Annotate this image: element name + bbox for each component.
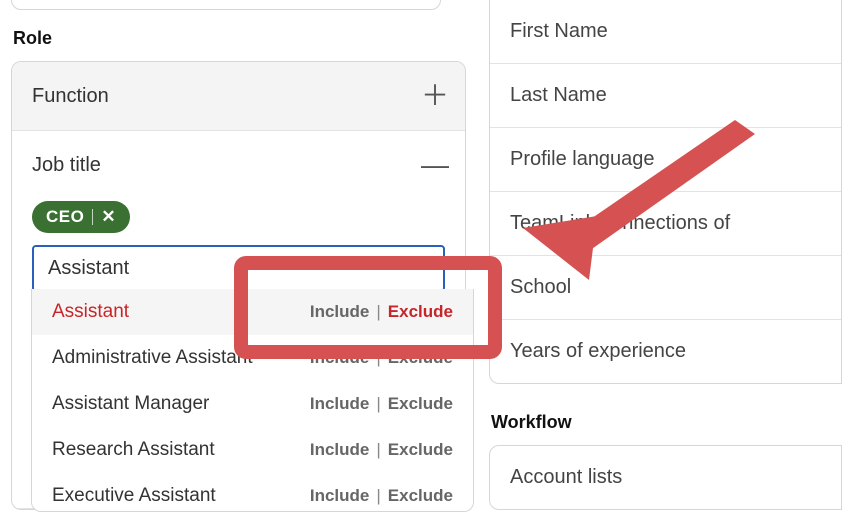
include-exclude: Include | Exclude xyxy=(310,394,453,414)
filter-label: School xyxy=(510,276,571,298)
ie-separator: | xyxy=(376,302,380,322)
suggestion-row[interactable]: Assistant Include | Exclude xyxy=(32,289,473,335)
suggestion-row[interactable]: Research Assistant Include | Exclude xyxy=(32,427,473,473)
filter-label: First Name xyxy=(510,20,608,42)
suggestion-row[interactable]: Assistant Manager Include | Exclude xyxy=(32,381,473,427)
suggestion-title: Administrative Assistant xyxy=(52,347,310,369)
workflow-section-label: Workflow xyxy=(491,412,842,433)
close-icon[interactable]: ✕ xyxy=(101,207,116,227)
job-title-label: Job title xyxy=(32,154,101,177)
exclude-button[interactable]: Exclude xyxy=(388,394,453,414)
filter-teamlink[interactable]: TeamLink connections of xyxy=(490,192,841,256)
ie-separator: | xyxy=(376,440,380,460)
suggestion-title: Assistant xyxy=(52,301,310,323)
chip-divider xyxy=(92,209,93,225)
ie-separator: | xyxy=(376,486,380,506)
filter-label: TeamLink connections of xyxy=(510,212,730,234)
exclude-button[interactable]: Exclude xyxy=(388,440,453,460)
filter-label: Years of experience xyxy=(510,340,686,362)
exclude-button[interactable]: Exclude xyxy=(388,302,453,322)
include-exclude: Include | Exclude xyxy=(310,440,453,460)
filter-last-name[interactable]: Last Name xyxy=(490,64,841,128)
suggestion-title: Executive Assistant xyxy=(52,485,310,507)
function-label: Function xyxy=(32,85,109,108)
filter-label: Profile language xyxy=(510,148,655,170)
include-button[interactable]: Include xyxy=(310,348,370,368)
workflow-account-lists[interactable]: Account lists xyxy=(490,446,841,509)
plus-icon: ＋ xyxy=(421,82,445,110)
workflow-card: Account lists xyxy=(489,445,842,510)
include-exclude: Include | Exclude xyxy=(310,348,453,368)
role-section-label: Role xyxy=(13,28,466,49)
chips-row: CEO ✕ xyxy=(32,201,445,233)
workflow-label: Account lists xyxy=(510,466,622,488)
include-exclude: Include | Exclude xyxy=(310,486,453,506)
job-title-suggestions: Assistant Include | Exclude Administrati… xyxy=(31,289,474,512)
include-exclude: Include | Exclude xyxy=(310,302,453,322)
chip-text: CEO xyxy=(46,207,84,227)
suggestion-title: Assistant Manager xyxy=(52,393,310,415)
include-button[interactable]: Include xyxy=(310,394,370,414)
filter-profile-language[interactable]: Profile language xyxy=(490,128,841,192)
job-title-search-input[interactable] xyxy=(32,245,445,292)
include-button[interactable]: Include xyxy=(310,486,370,506)
ie-separator: | xyxy=(376,348,380,368)
filter-first-name[interactable]: First Name xyxy=(490,0,841,64)
suggestion-row[interactable]: Administrative Assistant Include | Exclu… xyxy=(32,335,473,381)
job-title-row[interactable]: Job title — xyxy=(12,131,465,189)
filter-school[interactable]: School xyxy=(490,256,841,320)
include-button[interactable]: Include xyxy=(310,302,370,322)
suggestion-title: Research Assistant xyxy=(52,439,310,461)
filters-card: First Name Last Name Profile language Te… xyxy=(489,0,842,384)
include-button[interactable]: Include xyxy=(310,440,370,460)
exclude-button[interactable]: Exclude xyxy=(388,348,453,368)
chip-ceo[interactable]: CEO ✕ xyxy=(32,201,130,233)
exclude-button[interactable]: Exclude xyxy=(388,486,453,506)
suggestion-row[interactable]: Executive Assistant Include | Exclude xyxy=(32,473,473,511)
minus-icon: — xyxy=(421,151,445,179)
filter-label: Last Name xyxy=(510,84,607,106)
ie-separator: | xyxy=(376,394,380,414)
function-row[interactable]: Function ＋ xyxy=(12,62,465,131)
filter-years-experience[interactable]: Years of experience xyxy=(490,320,841,383)
